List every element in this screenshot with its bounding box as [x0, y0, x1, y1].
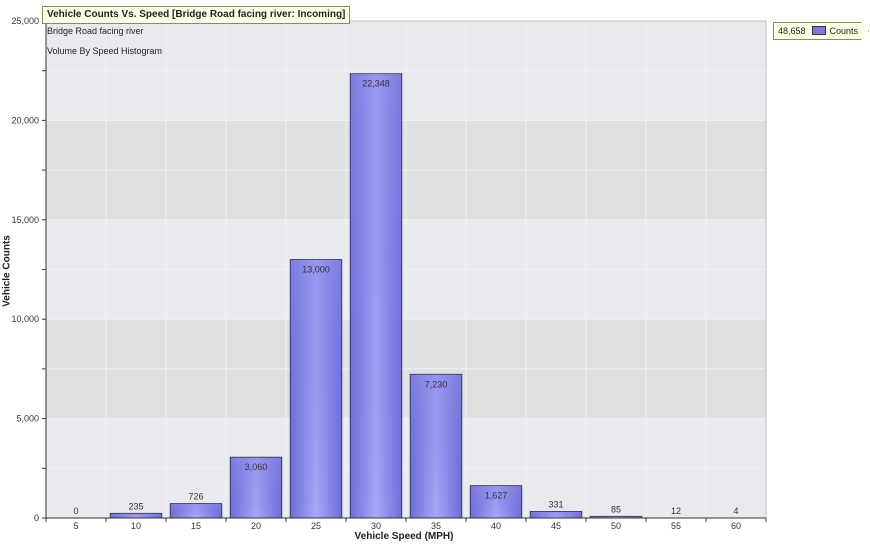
bar-shade: [350, 74, 402, 518]
bar-shade: [290, 260, 342, 518]
x-tick-label: 5: [73, 521, 78, 531]
bar-shade: [410, 374, 462, 518]
x-tick-label: 50: [611, 521, 621, 531]
chart-subtitle-type: Volume By Speed Histogram: [47, 46, 163, 56]
chart-subtitle-location: Bridge Road facing river: [47, 26, 144, 36]
y-tick-label: 20,000: [11, 115, 39, 125]
bar-value-label: 85: [611, 504, 621, 514]
bar-shade: [110, 513, 162, 518]
x-tick-label: 60: [731, 521, 741, 531]
bar-group: [169, 503, 223, 519]
bar-value-label: 3,060: [245, 462, 268, 472]
x-tick-label: 15: [191, 521, 201, 531]
bar-group: [289, 259, 343, 519]
legend: 48,658 Counts: [773, 22, 869, 40]
y-tick-label: 25,000: [11, 16, 39, 26]
y-tick-label: 0: [34, 513, 39, 523]
bar-group: [109, 512, 163, 519]
legend-total: 48,658: [778, 26, 806, 36]
bar-value-label: 726: [188, 492, 203, 502]
bar-value-label: 13,000: [302, 265, 330, 275]
bar-value-label: 12: [671, 506, 681, 516]
legend-swatch: [812, 26, 826, 35]
bar-value-label: 331: [548, 499, 563, 509]
chart: 0 235 726 3,060 13,000 22,348 7,230 1,627 331 85 1…: [11, 16, 767, 531]
y-tick-label: 15,000: [11, 215, 39, 225]
x-tick-label: 40: [491, 521, 501, 531]
bar-value-label: 235: [128, 501, 143, 511]
bar-group: [409, 373, 463, 519]
y-axis-title: Vehicle Counts: [1, 235, 13, 307]
bar-shade: [530, 511, 582, 518]
y-tick-label: 10,000: [11, 314, 39, 324]
bar-shade: [170, 504, 222, 518]
bar-value-label: 1,627: [485, 491, 508, 501]
x-tick-label: 10: [131, 521, 141, 531]
bar-group: [349, 73, 403, 519]
legend-label: Counts: [829, 26, 859, 36]
x-tick-label: 35: [431, 521, 441, 531]
bar-shade: [590, 516, 642, 518]
bar-group: [529, 511, 583, 519]
x-tick-label: 45: [551, 521, 561, 531]
bar-value-label: 7,230: [425, 379, 448, 389]
x-tick-label: 30: [371, 521, 381, 531]
x-tick-label: 55: [671, 521, 681, 531]
bar-value-label: 22,348: [362, 79, 390, 89]
bar-value-label: 4: [733, 506, 738, 516]
x-axis-title: Vehicle Speed (MPH): [354, 531, 454, 542]
chart-title: Vehicle Counts Vs. Speed [Bridge Road fa…: [42, 6, 351, 24]
x-tick-label: 20: [251, 521, 261, 531]
x-tick-label: 25: [311, 521, 321, 531]
y-tick-label: 5,000: [16, 414, 39, 424]
bar-value-label: 0: [73, 506, 78, 516]
